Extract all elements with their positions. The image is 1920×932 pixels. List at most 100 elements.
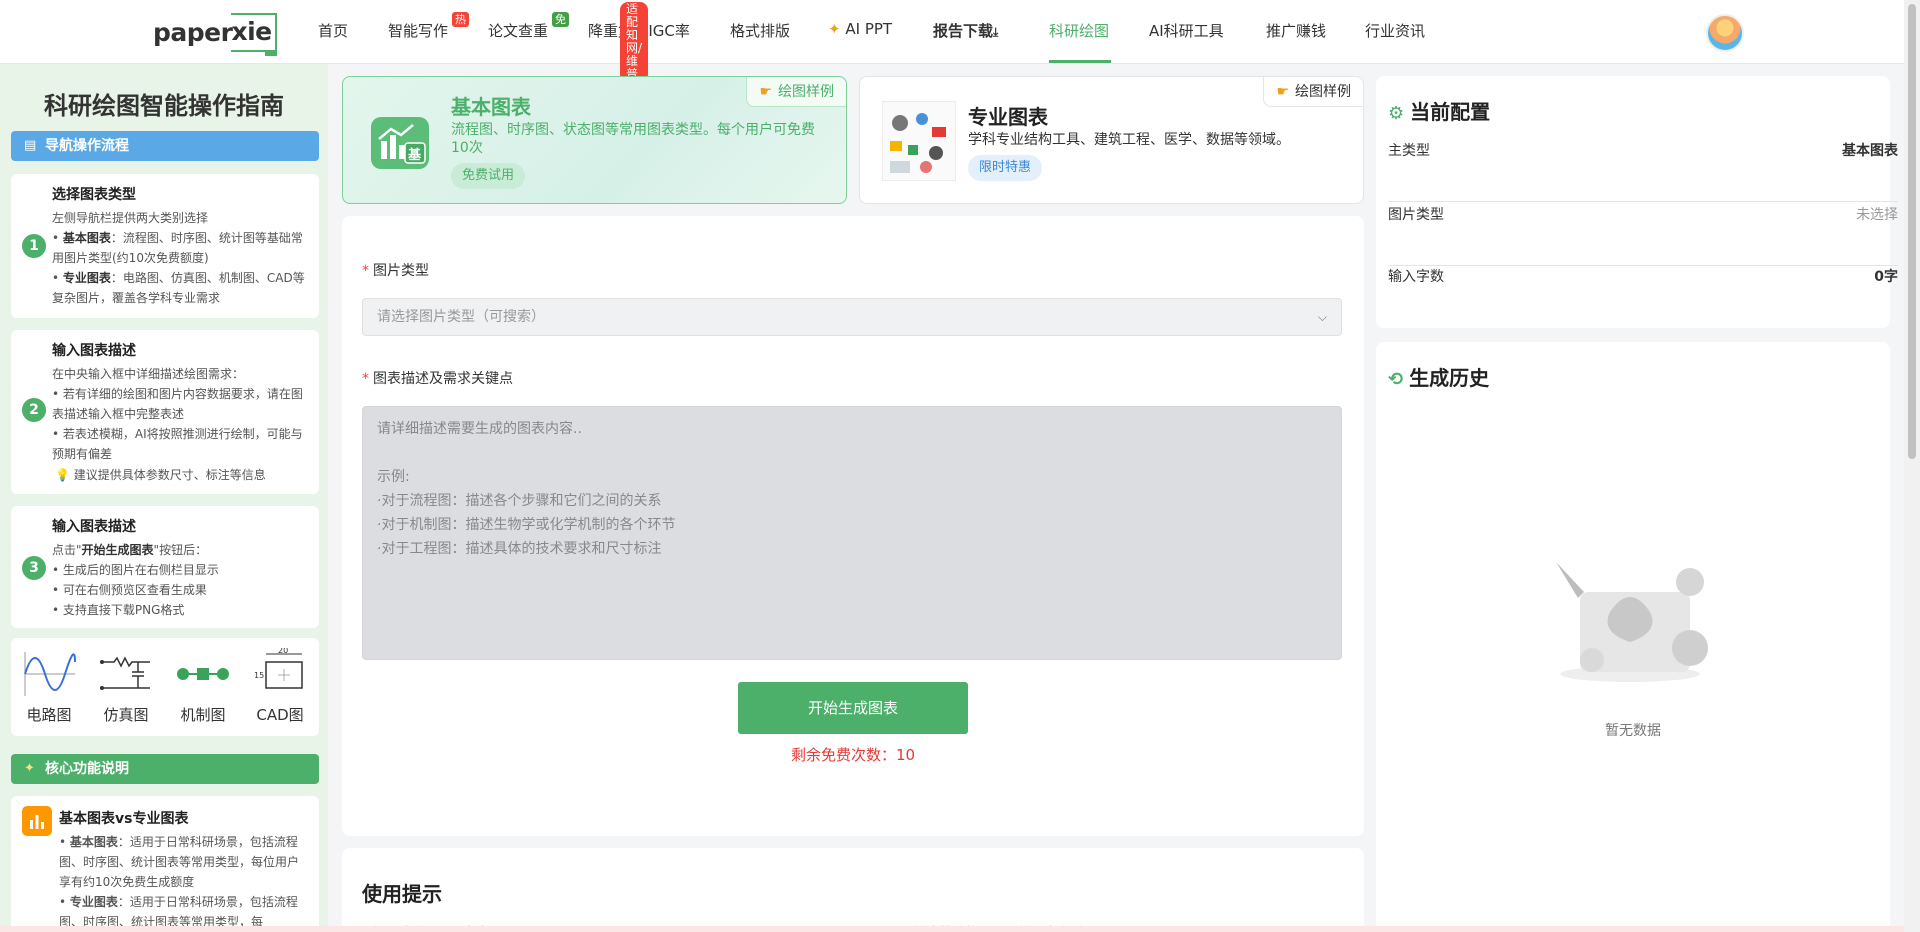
image-type-label: * 图片类型 (362, 260, 429, 280)
step-tip-text: 建议提供具体参数尺寸、标注等信息 (73, 468, 266, 482)
page-scrollbar[interactable] (1904, 0, 1920, 932)
basic-sample-label: 绘图样例 (778, 84, 834, 100)
nav-industry-news[interactable]: 行业资讯 (1365, 20, 1425, 41)
step-tip: 💡 建议提供具体参数尺寸、标注等信息 (55, 466, 266, 483)
chart-type-label: 仿真图 (103, 706, 149, 724)
config-value: 未选择 (1856, 207, 1898, 223)
guide-sidebar: 科研绘图智能操作指南 ▤ 导航操作流程 1 选择图表类型 左侧导航栏提供两大类别… (0, 64, 328, 932)
core-func-section-bar: ✦ 核心功能说明 (11, 754, 319, 784)
config-row-image-type: 图片类型 未选择 (1388, 204, 1898, 266)
magic-wand-icon: ✦ (828, 20, 841, 38)
pointing-hand-icon: ☛ (759, 84, 772, 100)
step-number: 2 (22, 398, 46, 422)
cad-drawing-icon: 20 15 (254, 648, 303, 689)
nav-promotion[interactable]: 推广赚钱 (1266, 20, 1326, 41)
basic-sample-button[interactable]: ☛ 绘图样例 (746, 77, 846, 107)
desc-label-text: 图表描述及需求关键点 (373, 371, 513, 387)
current-config-panel: ⚙ 当前配置 主类型 基本图表 图片类型 未选择 输入字数 0字 (1376, 76, 1898, 328)
nav-research-drawing[interactable]: 科研绘图 (1049, 20, 1109, 41)
list-icon: ▤ (24, 138, 37, 153)
step-title: 输入图表描述 (52, 343, 136, 359)
pro-chart-card[interactable]: ☛ 绘图样例 专业图表 学科专业结构工具、建筑工程、医学、数据等领域。 限时特惠 (859, 76, 1364, 204)
logo[interactable]: paper xie (153, 12, 277, 56)
nav-report-download-label: 报告下载 (933, 22, 994, 40)
config-title-text: 当前配置 (1410, 100, 1491, 124)
pointing-hand-icon: ☛ (1276, 84, 1289, 100)
step-intro: 左侧导航栏提供两大类别选择 (52, 211, 209, 225)
step-title: 输入图表描述 (52, 519, 136, 535)
step-intro-post: "按钮后： (153, 543, 208, 557)
pro-card-desc: 学科专业结构工具、建筑工程、医学、数据等领域。 (968, 132, 1290, 148)
history-icon: ⟲ (1388, 369, 1404, 390)
chart-type-label: 机制图 (180, 706, 226, 724)
chart-types-strip: 电路图 仿真图 机制图 20 15 CAD图 (11, 638, 319, 736)
history-title: ⟲ 生成历史 (1388, 362, 1489, 391)
generate-chart-button[interactable]: 开始生成图表 (738, 682, 968, 734)
chart-type-cad[interactable]: 20 15 CAD图 (245, 648, 315, 725)
nav-report-download[interactable]: 报告下载⤓ (933, 20, 998, 41)
sine-wave-icon (24, 652, 76, 696)
step-bullet-key: 基本图表 (62, 231, 111, 245)
step-intro-bold: 开始生成图表 (81, 543, 154, 557)
empty-illustration (1540, 552, 1720, 692)
bar-chart-icon (22, 806, 52, 836)
usage-tips-title: 使用提示 (362, 878, 442, 909)
free-trial-button[interactable]: 免费试用 (451, 163, 526, 189)
lightbulb-icon: 💡 (55, 468, 70, 482)
limited-offer-button[interactable]: 限时特惠 (968, 155, 1043, 181)
nav-flow-section-label: 导航操作流程 (45, 138, 129, 154)
nav-home[interactable]: 首页 (318, 20, 348, 41)
image-type-label-text: 图片类型 (373, 263, 429, 279)
pro-sample-button[interactable]: ☛ 绘图样例 (1263, 77, 1363, 107)
generation-history-panel: ⟲ 生成历史 暂无数据 (1376, 342, 1890, 932)
step-intro: 点击"开始生成图表"按钮后： (52, 540, 309, 560)
pro-sample-label: 绘图样例 (1295, 84, 1351, 100)
chart-type-circuit[interactable]: 电路图 (14, 648, 84, 725)
pro-card-title: 专业图表 (968, 105, 1048, 129)
chart-type-simulation[interactable]: 仿真图 (91, 648, 161, 725)
basic-card-desc: 流程图、时序图、状态图等常用图表类型。每个用户可免费10次 (451, 122, 815, 156)
nav-format[interactable]: 格式排版 (730, 20, 790, 41)
config-key: 主类型 (1388, 143, 1430, 159)
func-bullet-key: 基本图表 (69, 835, 118, 849)
avatar[interactable] (1706, 14, 1744, 52)
func-card: 基本图表vs专业图表 • 基本图表：适用于日常科研场景，包括流程图、时序图、统计… (11, 796, 319, 932)
cnki-badge: 适配知网/维普 (620, 2, 649, 82)
func-title: 基本图表vs专业图表 (59, 811, 189, 827)
step-bullet: • 若有详细的绘图和图片内容数据要求，请在图表描述输入框中完整表述 (52, 387, 303, 421)
nav-ai-research-tools[interactable]: AI科研工具 (1149, 20, 1224, 41)
scrollbar-thumb[interactable] (1908, 4, 1916, 459)
cad-dim-side: 15 (254, 671, 264, 680)
hot-badge: 热 (452, 12, 469, 27)
chart-type-label: CAD图 (256, 706, 304, 724)
config-row-main-type: 主类型 基本图表 (1388, 140, 1898, 202)
desc-label: * 图表描述及需求关键点 (362, 368, 513, 388)
step-bullet: • 专业图表：电路图、仿真图、机制图、CAD等复杂图片，覆盖各学科专业需求 (52, 271, 305, 305)
step-number: 3 (22, 556, 46, 580)
step-bullet: • 支持直接下载PNG格式 (52, 603, 185, 617)
empty-state-text: 暂无数据 (1605, 723, 1661, 739)
chart-type-mechanism[interactable]: 机制图 (168, 648, 238, 725)
step-bullet: • 基本图表：流程图、时序图、统计图等基础常用图片类型(约10次免费额度) (52, 231, 303, 265)
chart-description-input[interactable]: 请详细描述需要生成的图表内容.. 示例: ·对于流程图：描述各个步骤和它们之间的… (362, 406, 1342, 660)
nav-plagiarism-check[interactable]: 论文查重 (488, 20, 548, 41)
nav-smart-writing[interactable]: 智能写作 (388, 20, 448, 41)
basic-chart-card[interactable]: ☛ 绘图样例 基 基本图表 流程图、时序图、状态图等常用图表类型。每个用户可免费1… (342, 76, 847, 204)
drawing-form: * 图片类型 请选择图片类型（可搜索） ⌵ * 图表描述及需求关键点 请详细描述需要… (342, 216, 1364, 836)
image-type-select[interactable]: 请选择图片类型（可搜索） ⌵ (362, 298, 1342, 336)
active-nav-indicator (1049, 60, 1111, 63)
nav-ai-ppt-label: AI PPT (845, 20, 893, 38)
logo-text-xie: xie (231, 12, 277, 56)
step-bullet: • 若表述模糊，AI将按照推测进行绘制，可能与预期有偏差 (52, 427, 303, 461)
config-value: 0字 (1874, 269, 1898, 285)
step-intro-pre: 点击" (52, 543, 82, 557)
step-number: 1 (22, 234, 46, 258)
config-title: ⚙ 当前配置 (1388, 96, 1490, 125)
basic-card-title: 基本图表 (451, 95, 531, 119)
core-func-section-label: 核心功能说明 (45, 761, 129, 777)
top-navbar: paperxie 首页 智能写作 热 论文查重 免 降重复|AIGC率 适配知网… (0, 0, 1904, 82)
pro-chart-thumbnail (881, 100, 957, 182)
step-title: 选择图表类型 (52, 187, 136, 203)
nav-ai-ppt[interactable]: ✦ AI PPT (828, 20, 892, 38)
step-body: 输入图表描述 在中央输入框中详细描述绘图需求： • 若有详细的绘图和图片内容数据… (52, 340, 309, 464)
